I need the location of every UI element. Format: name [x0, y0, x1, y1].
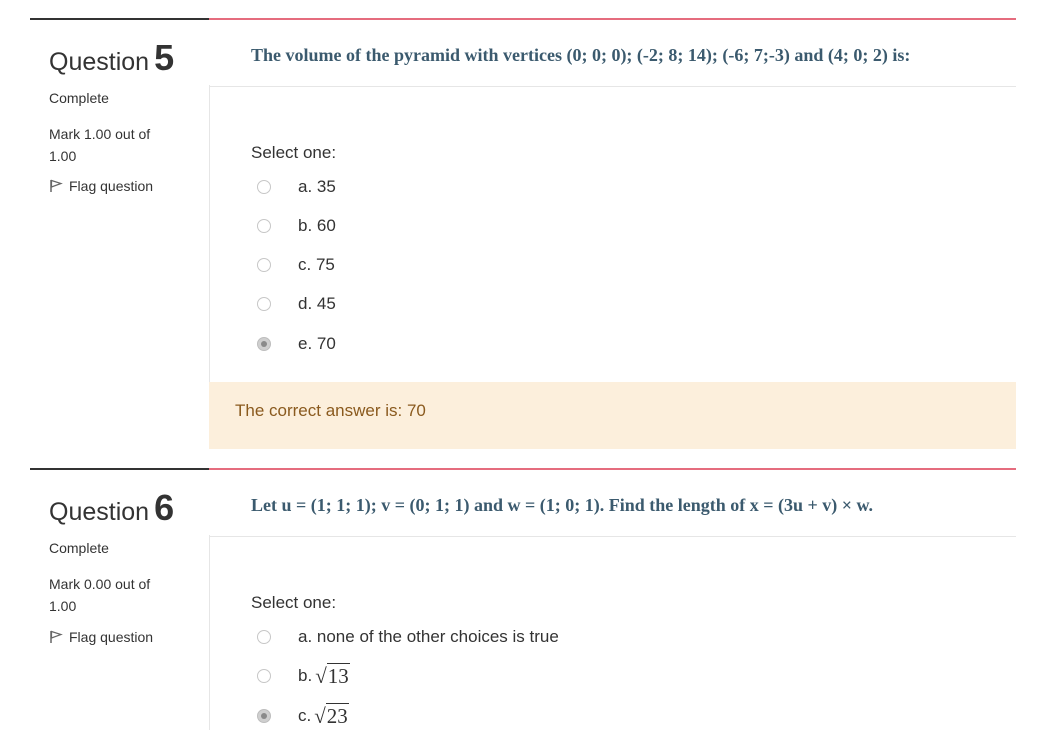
- flag-question-label: Flag question: [69, 178, 154, 194]
- answer-option-a[interactable]: a. 35: [257, 176, 336, 198]
- question-grade: Mark 0.00 out of 1.00: [49, 576, 151, 614]
- flag-question-link[interactable]: Flag question: [49, 629, 153, 645]
- question-info: Question 5 Complete Mark 1.00 out of 1.00…: [30, 18, 209, 438]
- flag-question-label: Flag question: [69, 629, 154, 645]
- radio-button[interactable]: [257, 258, 271, 272]
- flag-icon: [50, 179, 63, 192]
- question-title: Question 6: [49, 487, 175, 528]
- question-state: Complete: [49, 90, 109, 106]
- answer-option-e[interactable]: e. 70: [257, 333, 336, 355]
- question-text: Let u = (1; 1; 1); v = (0; 1; 1) and w =…: [251, 495, 874, 515]
- flag-question-link[interactable]: Flag question: [49, 178, 153, 194]
- select-one-prompt: Select one:: [251, 593, 337, 612]
- content-left-border: [209, 85, 210, 382]
- radio-button[interactable]: [257, 219, 271, 233]
- question-info: Question 6 Complete Mark 0.00 out of 1.00…: [30, 468, 209, 730]
- answer-label: a. 35: [298, 177, 336, 196]
- answer-label: c. 75: [298, 255, 335, 274]
- answer-label: d. 45: [298, 294, 336, 313]
- question-number: 6: [154, 487, 175, 528]
- square-root-expression: √23: [314, 702, 349, 728]
- question-number: 5: [154, 37, 175, 78]
- radio-button[interactable]: [257, 297, 271, 311]
- answer-label: c.: [298, 706, 312, 725]
- question-content: Let u = (1; 1; 1); v = (0; 1; 1) and w =…: [209, 468, 1016, 728]
- answer-option-b[interactable]: b. 60: [257, 215, 336, 237]
- answer-option-b[interactable]: b. √13: [257, 662, 350, 688]
- answer-label: a. none of the other choices is true: [298, 627, 559, 646]
- answer-option-d[interactable]: d. 45: [257, 293, 336, 315]
- radio-button-selected[interactable]: [257, 709, 271, 723]
- question-content: The volume of the pyramid with vertices …: [209, 18, 1016, 449]
- answer-option-c[interactable]: c. 75: [257, 254, 335, 276]
- radicand: 23: [325, 702, 349, 728]
- select-one-prompt: Select one:: [251, 143, 337, 162]
- question-title: Question 5: [49, 37, 175, 78]
- divider: [209, 536, 1016, 537]
- radio-button-selected[interactable]: [257, 337, 271, 351]
- correct-answer-feedback: The correct answer is: 70: [209, 382, 1016, 449]
- answer-option-a[interactable]: a. none of the other choices is true: [257, 626, 559, 648]
- radio-button[interactable]: [257, 180, 271, 194]
- answer-label: b. 60: [298, 216, 336, 235]
- divider: [209, 86, 1016, 87]
- question-grade: Mark 1.00 out of 1.00: [49, 126, 151, 164]
- feedback-text: The correct answer is: 70: [235, 401, 426, 420]
- radicand: 13: [326, 662, 350, 688]
- radio-button[interactable]: [257, 630, 271, 644]
- radio-button[interactable]: [257, 669, 271, 683]
- flag-icon: [50, 630, 63, 643]
- square-root-expression: √13: [315, 662, 350, 688]
- answer-label: e. 70: [298, 334, 336, 353]
- question-state: Complete: [49, 540, 109, 556]
- question-text: The volume of the pyramid with vertices …: [251, 45, 911, 65]
- answer-option-c[interactable]: c. √23: [257, 702, 349, 728]
- content-left-border: [209, 535, 210, 730]
- answer-label: b.: [298, 666, 313, 685]
